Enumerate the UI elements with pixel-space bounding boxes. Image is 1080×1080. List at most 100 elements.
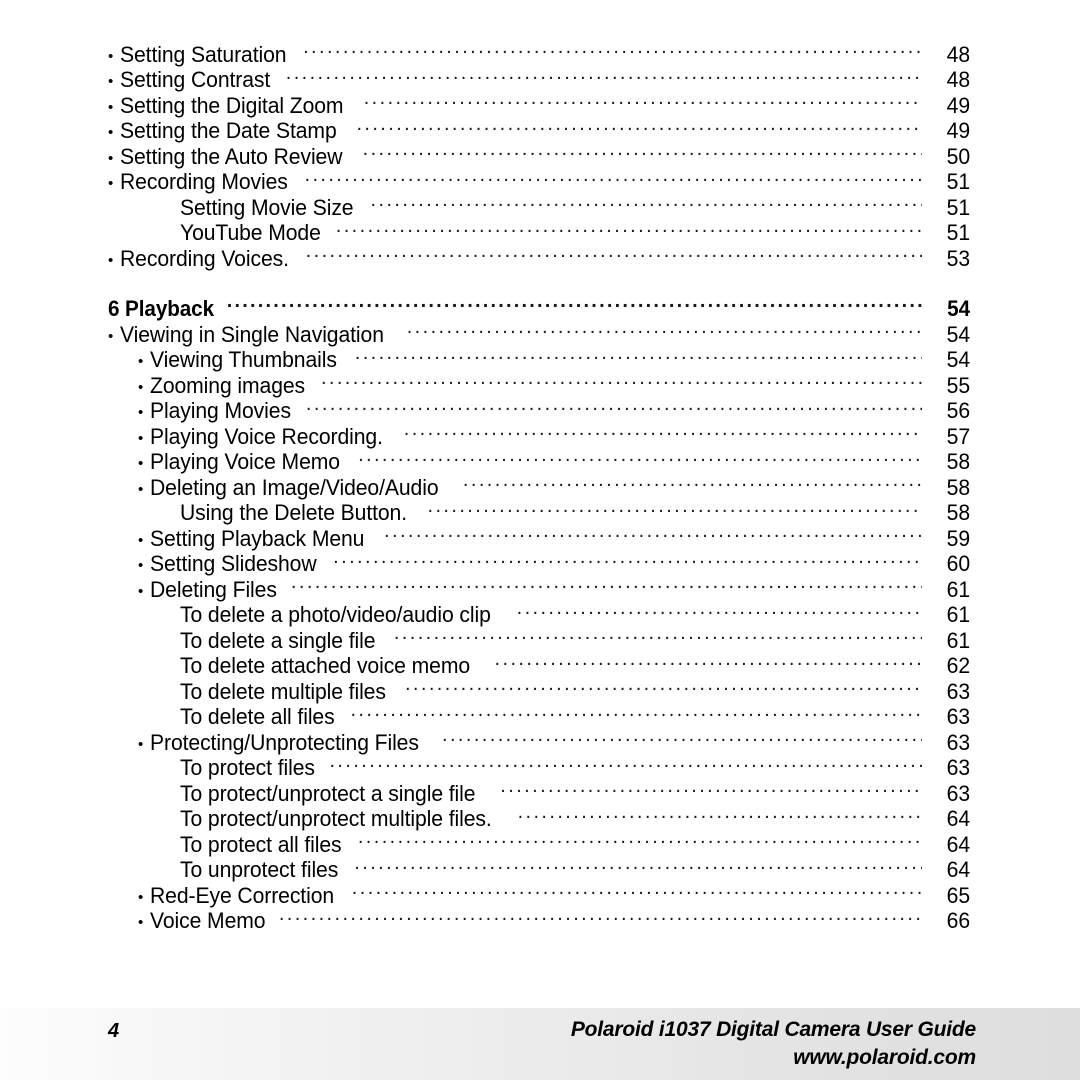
dot-leader [363,138,922,164]
footer-title: Polaroid i1037 Digital Camera User Guide [570,1018,976,1041]
bullet-icon: • [138,353,144,370]
toc-entry-page-number: 62 [946,653,970,678]
toc-entry[interactable]: To delete a single file 61 [0,622,1080,653]
dot-leader [279,903,922,929]
toc-entry-label: Voice Memo [150,908,266,933]
toc-entry[interactable]: To unprotect files 64 [0,852,1080,883]
toc-entry-page-number: 63 [946,780,970,806]
toc-entry-page-number: 51 [946,169,970,194]
toc-entry-page-number: 50 [946,143,970,169]
toc-entry[interactable]: To protect/unprotect multiple files.64 [0,801,1080,832]
bullet-icon: • [108,98,114,116]
bullet-icon: • [108,73,114,90]
toc-entry-label: Deleting Files [150,576,277,602]
toc-entry[interactable]: To delete multiple files63 [0,673,1080,704]
dot-leader [407,316,922,342]
toc-entry[interactable]: •Setting Playback Menu59 [0,520,1080,551]
bullet-icon: • [138,378,144,396]
dot-leader [364,87,922,113]
dot-leader [355,342,922,368]
toc-entry-page-number: 63 [946,678,970,704]
toc-entry-page-number: 66 [946,908,970,933]
page-footer: 4 Polaroid i1037 Digital Camera User Gui… [0,1008,1080,1080]
toc-entry-label: Viewing in Single Navigation [120,321,384,347]
toc-entry-label: YouTube Mode [180,220,321,245]
toc-entry-page-number: 61 [946,627,970,653]
toc-entry[interactable]: 6 Playback 54 [0,291,1080,322]
dot-leader [442,724,922,750]
toc-entry-label: Playing Movies [150,398,291,423]
toc-entry-label: Deleting an Image/Video/Audio [150,474,439,500]
footer-page-number: 4 [108,1020,120,1042]
toc-entry[interactable]: • Setting Saturation 48 [0,36,1080,67]
toc-entry[interactable]: •Protecting/Unprotecting Files63 [0,724,1080,755]
toc-entry-page-number: 57 [946,423,970,449]
dot-leader [358,826,922,852]
dot-leader [303,36,922,62]
dot-leader [495,648,922,674]
bullet-icon: • [138,557,144,574]
dot-leader [356,113,922,139]
bullet-icon: • [138,531,144,549]
dot-leader [500,775,922,801]
toc-entry[interactable]: To delete attached voice memo62 [0,648,1080,679]
bullet-icon: • [138,480,144,498]
bullet-icon: • [108,251,114,269]
toc-entry-label: To delete all files [180,704,335,729]
dot-leader [333,546,922,572]
toc-entry-page-number: 58 [946,449,970,474]
toc-entry-label: Setting Saturation [120,41,287,67]
toc-entry-page-number: 53 [946,245,970,271]
toc-entry-page-number: 65 [946,882,970,908]
toc-entry-page-number: 58 [946,474,970,500]
toc-entry-page-number: 61 [946,602,970,627]
toc-entry-page-number: 54 [947,296,970,321]
toc-entry[interactable]: To delete all files 63 [0,699,1080,730]
bullet-icon: • [138,888,144,906]
toc-entry-label: To protect all files [180,831,342,857]
bullet-icon: • [108,124,114,141]
toc-entry[interactable]: To protect/unprotect a single file 63 [0,775,1080,806]
dot-leader [428,495,923,521]
toc-entry-page-number: 55 [946,372,970,398]
toc-entry-page-number: 48 [946,67,970,92]
toc-entry[interactable]: •Red-Eye Correction65 [0,877,1080,908]
toc-entry-page-number: 60 [946,551,970,576]
toc-entry[interactable]: To protect all files 64 [0,826,1080,857]
toc-entry-page-number: 48 [946,41,970,67]
bullet-icon: • [108,47,114,65]
toc-entry-page-number: 51 [946,220,970,245]
dot-leader [405,673,922,699]
bullet-icon: • [108,327,114,345]
toc-entry[interactable]: • Recording Voices. 53 [0,240,1080,271]
toc-entry-label: Setting Movie Size [180,194,354,220]
toc-entry-label: Viewing Thumbnails [150,347,337,372]
footer-website[interactable]: www.polaroid.com [571,1044,976,1072]
bullet-icon: • [138,404,144,421]
toc-entry-label: Setting Contrast [120,67,271,92]
toc-entry-page-number: 49 [946,92,970,118]
dot-leader [227,291,922,317]
footer-branding: Polaroid i1037 Digital Camera User Guide… [571,1016,976,1072]
dot-leader [371,189,922,215]
toc-entry-label: Playing Voice Memo [150,449,340,474]
dot-leader [394,622,922,648]
dot-leader [463,469,922,495]
bullet-icon: • [108,149,114,167]
toc-entry-label: To protect/unprotect a single file [180,780,476,806]
toc-entry[interactable]: YouTube Mode 51 [0,215,1080,246]
toc-entry-page-number: 49 [946,118,970,143]
dot-leader [352,877,922,903]
toc-entry-page-number: 54 [946,321,970,347]
toc-entry-label: Recording Voices. [120,245,289,271]
dot-leader [336,215,922,241]
toc-entry-label: Using the Delete Button. [180,500,408,525]
bullet-icon: • [138,455,144,472]
bullet-icon: • [138,914,144,931]
footer-inner: 4 Polaroid i1037 Digital Camera User Gui… [0,1008,1080,1080]
dot-leader [350,699,922,725]
toc-page: { "document": { "type": "table-of-conten… [0,0,1080,1080]
dot-leader [384,520,922,546]
dot-leader [518,801,922,827]
toc-entry-page-number: 56 [946,398,970,423]
